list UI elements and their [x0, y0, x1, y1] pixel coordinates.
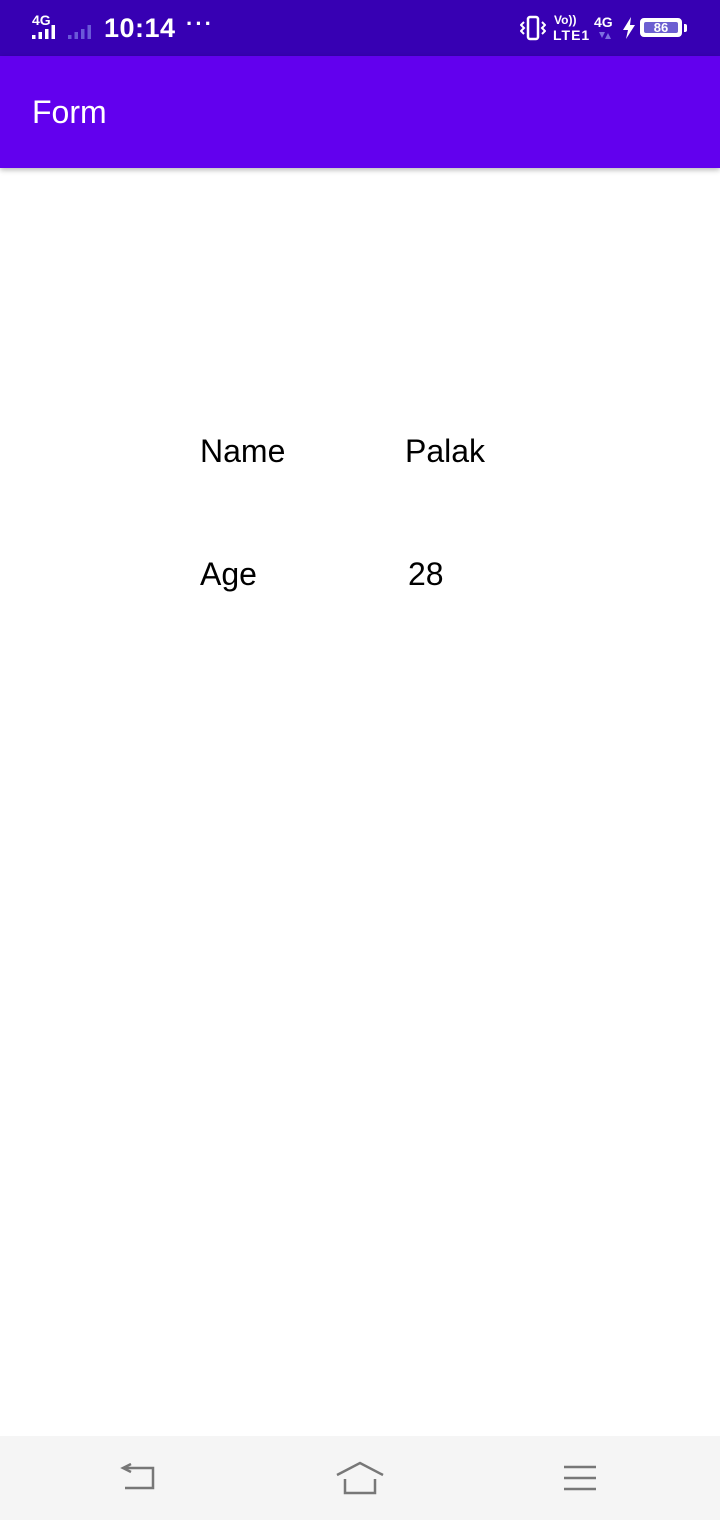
page-title: Form — [32, 94, 107, 130]
data-activity-icon — [599, 32, 611, 39]
battery-level: 86 — [644, 21, 678, 34]
age-value[interactable]: 28 — [408, 554, 444, 594]
status-time: 10:14 — [104, 13, 176, 43]
screen: 4G 10:14 ··· Vo)) LTE1 4G 86 Form Name P… — [0, 0, 720, 1520]
name-value[interactable]: Palak — [405, 431, 485, 471]
app-bar: Form — [0, 56, 720, 168]
notification-more-icon: ··· — [186, 11, 214, 36]
network-type-sim2: 4G — [594, 14, 613, 30]
status-bar: 4G 10:14 ··· Vo)) LTE1 4G 86 — [0, 0, 720, 56]
navigation-bar — [0, 1436, 720, 1520]
signal-weak-icon — [68, 25, 91, 39]
signal-icon — [32, 25, 55, 39]
home-button[interactable] — [330, 1456, 390, 1500]
menu-icon — [564, 1465, 596, 1491]
menu-button[interactable] — [550, 1456, 610, 1500]
volte-label: Vo)) — [554, 13, 577, 27]
vibrate-icon — [520, 15, 546, 41]
battery-icon: 86 — [640, 18, 682, 37]
back-icon — [120, 1463, 155, 1490]
name-label: Name — [200, 433, 286, 469]
charging-icon — [623, 17, 635, 39]
lte-label: LTE1 — [553, 27, 591, 43]
back-button[interactable] — [109, 1456, 169, 1500]
home-icon — [336, 1461, 384, 1495]
age-label: Age — [200, 556, 257, 592]
battery-tip — [684, 24, 687, 32]
